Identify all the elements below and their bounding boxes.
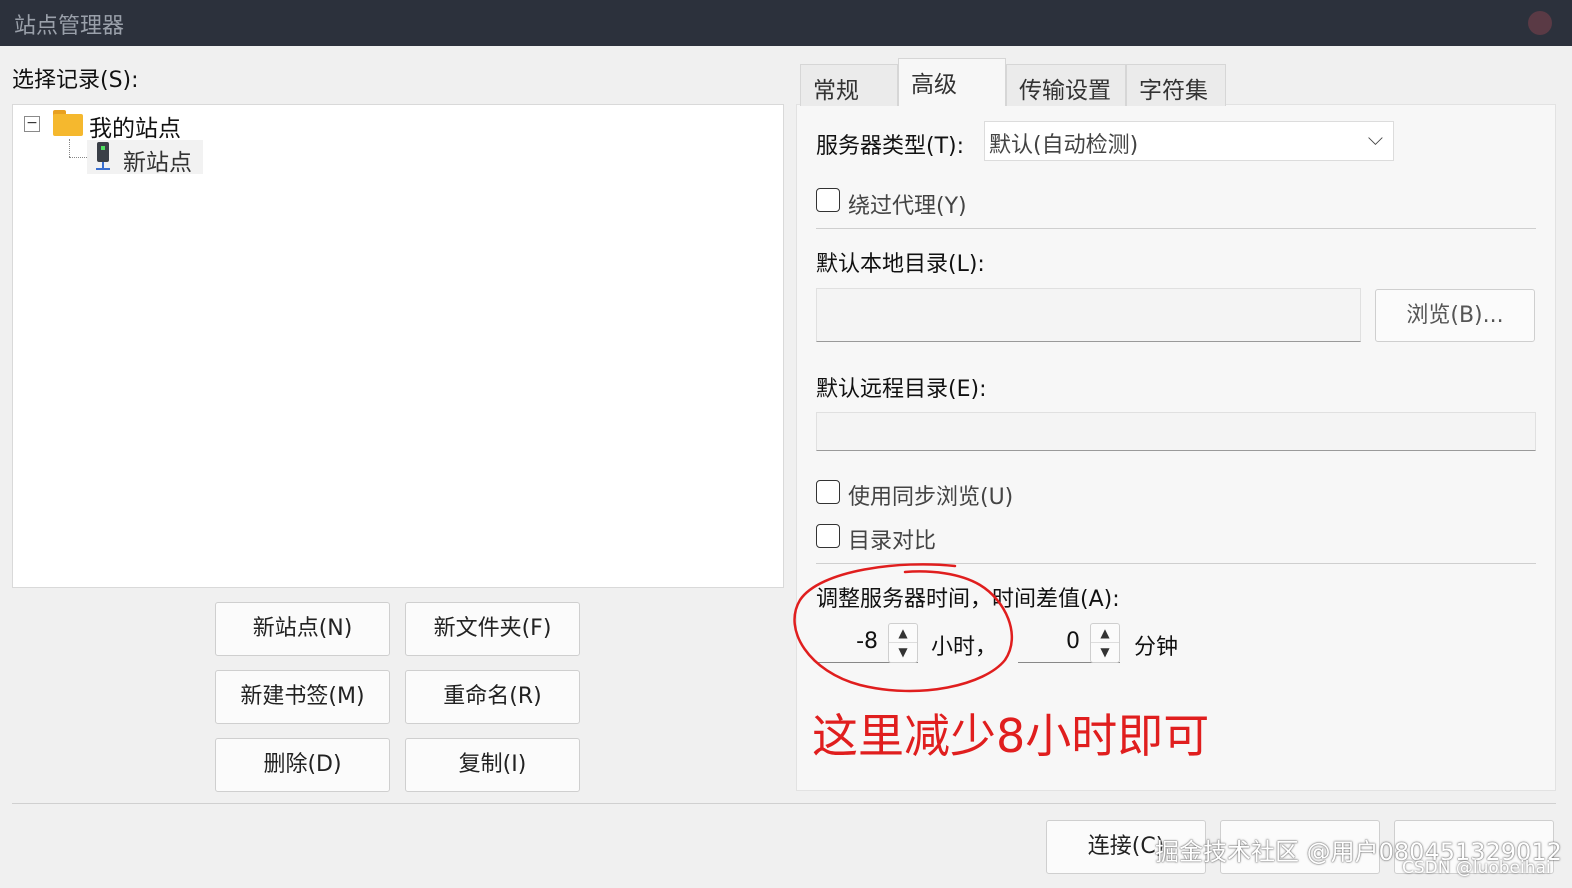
close-icon[interactable]	[1528, 11, 1552, 35]
tree-item-new-site[interactable]: 新站点	[123, 143, 192, 177]
bypass-proxy-checkbox[interactable]	[816, 188, 840, 212]
new-bookmark-button[interactable]: 新建书签(M)	[215, 670, 390, 724]
delete-button[interactable]: 删除(D)	[215, 738, 390, 792]
server-type-value: 默认(自动检测)	[989, 133, 1139, 158]
local-dir-label: 默认本地目录(L):	[816, 252, 985, 277]
annotation-note: 这里减少8小时即可	[812, 709, 1210, 763]
tab-transfer-settings[interactable]: 传输设置	[1006, 64, 1126, 106]
dir-compare-label[interactable]: 目录对比	[848, 523, 936, 555]
divider	[816, 228, 1536, 229]
new-folder-button[interactable]: 新文件夹(F)	[405, 602, 580, 656]
rename-button[interactable]: 重命名(R)	[405, 670, 580, 724]
minutes-spinner[interactable]: 0 ▲ ▼	[1018, 623, 1120, 663]
spin-down-icon[interactable]: ▼	[1091, 643, 1119, 662]
csdn-watermark: CSDN @luobeihai	[1402, 858, 1551, 878]
collapse-icon[interactable]: −	[24, 116, 40, 132]
sync-browse-label[interactable]: 使用同步浏览(U)	[848, 479, 1013, 511]
hours-spin-buttons[interactable]: ▲ ▼	[888, 623, 918, 663]
remote-dir-input[interactable]	[816, 412, 1536, 451]
site-tree[interactable]: − 我的站点 新站点	[12, 104, 784, 588]
sync-browse-checkbox[interactable]	[816, 480, 840, 504]
copy-button[interactable]: 复制(I)	[405, 738, 580, 792]
spin-up-icon[interactable]: ▲	[889, 624, 917, 643]
minutes-unit-label: 分钟	[1134, 635, 1179, 660]
tab-charset[interactable]: 字符集	[1126, 64, 1226, 106]
spin-up-icon[interactable]: ▲	[1091, 624, 1119, 643]
hours-spinner[interactable]: -8 ▲ ▼	[816, 623, 918, 663]
hours-value[interactable]: -8	[856, 629, 878, 654]
spin-down-icon[interactable]: ▼	[889, 643, 917, 662]
server-type-label: 服务器类型(T):	[816, 134, 965, 159]
tree-root-my-sites[interactable]: 我的站点	[89, 109, 181, 143]
time-adjust-label: 调整服务器时间，时间差值(A):	[816, 587, 1120, 612]
minutes-spin-buttons[interactable]: ▲ ▼	[1090, 623, 1120, 663]
tree-connector	[69, 139, 70, 157]
minutes-value[interactable]: 0	[1066, 629, 1080, 654]
remote-dir-label: 默认远程目录(E):	[816, 377, 987, 402]
new-site-button[interactable]: 新站点(N)	[215, 602, 390, 656]
chevron-down-icon: ⌵	[1367, 126, 1383, 150]
local-dir-input[interactable]	[816, 288, 1361, 342]
tab-advanced[interactable]: 高级	[898, 58, 1006, 106]
divider	[816, 563, 1536, 564]
hours-unit-label: 小时，	[931, 635, 998, 660]
window-title: 站点管理器	[14, 14, 125, 39]
tab-general[interactable]: 常规	[800, 64, 898, 106]
bypass-proxy-label[interactable]: 绕过代理(Y)	[848, 188, 967, 220]
server-icon	[96, 142, 110, 172]
footer-divider	[12, 803, 1556, 804]
folder-icon	[53, 110, 83, 136]
browse-button[interactable]: 浏览(B)...	[1375, 289, 1535, 342]
title-bar: 站点管理器	[0, 0, 1572, 46]
select-record-label: 选择记录(S):	[12, 68, 139, 93]
server-type-select[interactable]: 默认(自动检测) ⌵	[984, 121, 1394, 161]
dir-compare-checkbox[interactable]	[816, 524, 840, 548]
